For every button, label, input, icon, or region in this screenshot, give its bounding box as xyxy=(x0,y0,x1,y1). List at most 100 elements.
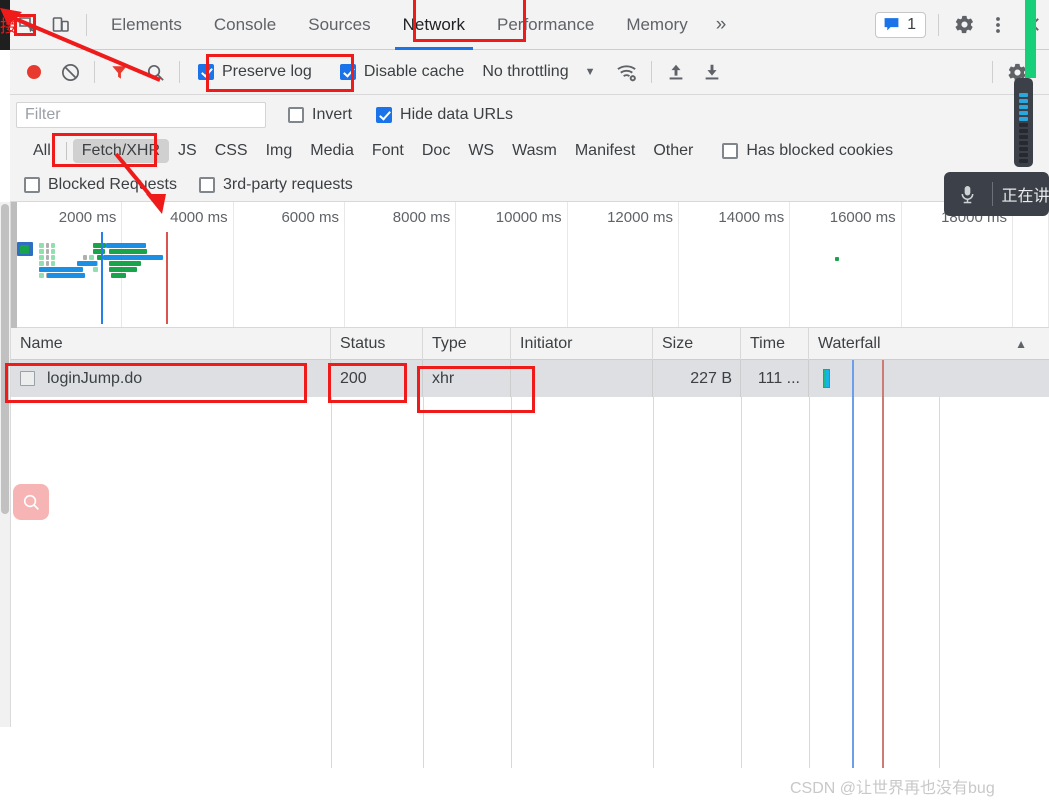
network-request-table: Name Status Type Initiator Size Time Wat… xyxy=(11,328,1049,768)
microphone-glyph xyxy=(961,185,974,203)
annotation-text-fragment: 接 xyxy=(0,17,17,36)
tab-memory[interactable]: Memory xyxy=(610,0,703,50)
type-filter-fetch-xhr[interactable]: Fetch/XHR xyxy=(72,138,170,163)
tab-performance-label: Performance xyxy=(496,14,595,34)
type-filter-img[interactable]: Img xyxy=(257,139,302,163)
type-filter-css[interactable]: CSS xyxy=(206,139,257,163)
tab-performance[interactable]: Performance xyxy=(481,0,610,50)
cell-size: 227 B xyxy=(653,360,741,397)
import-har-icon[interactable] xyxy=(658,50,694,95)
throttling-select[interactable]: No throttling xyxy=(482,63,568,81)
issues-counter-button[interactable]: 1 xyxy=(875,11,926,38)
watermark: CSDN @让世界再也没有bug xyxy=(790,780,995,797)
tab-console[interactable]: Console xyxy=(198,0,292,50)
overview-tick-label: 4000 ms xyxy=(170,209,228,226)
overview-request-bars xyxy=(17,238,1049,308)
type-filter-media[interactable]: Media xyxy=(301,139,363,163)
overview-tick-label: 2000 ms xyxy=(58,209,117,226)
column-header-waterfall-label: Waterfall xyxy=(818,334,881,352)
sort-ascending-icon: ▲ xyxy=(1015,336,1027,351)
record-button[interactable] xyxy=(16,50,52,95)
column-header-status[interactable]: Status xyxy=(331,328,423,360)
network-toolbar: Preserve log Disable cache No throttling… xyxy=(10,50,1049,95)
third-party-label: 3rd-party requests xyxy=(222,175,353,193)
tab-elements[interactable]: Elements xyxy=(95,0,198,50)
invert-checkbox[interactable]: Invert xyxy=(288,106,352,124)
third-party-box xyxy=(198,176,215,193)
waterfall-dom-content-loaded-line xyxy=(852,360,854,397)
type-filter-other[interactable]: Other xyxy=(644,139,702,163)
type-filter-divider xyxy=(65,141,67,160)
toolbar-divider-3 xyxy=(651,61,653,83)
chevron-down-icon[interactable]: ▼ xyxy=(585,66,596,78)
type-filter-all[interactable]: All xyxy=(24,139,60,163)
tab-sources[interactable]: Sources xyxy=(292,0,386,50)
disable-cache-checkbox[interactable]: Disable cache xyxy=(339,63,464,81)
tab-console-label: Console xyxy=(213,14,277,34)
preserve-log-box xyxy=(198,64,214,80)
issues-message-icon xyxy=(884,18,899,31)
vertical-scrollbar[interactable] xyxy=(0,202,11,727)
cell-type: xhr xyxy=(423,360,511,397)
table-row[interactable]: loginJump.do 200 xhr 227 B 111 ... xyxy=(11,360,1049,397)
search-icon[interactable] xyxy=(137,50,173,95)
overview-tick-label: 10000 ms xyxy=(495,209,562,226)
floating-search-button[interactable] xyxy=(13,484,49,520)
column-header-waterfall[interactable]: Waterfall ▲ xyxy=(809,328,1049,360)
scrollbar-thumb[interactable] xyxy=(1,204,9,514)
export-har-icon[interactable] xyxy=(694,50,730,95)
devtools-window: Elements Console Sources Network Perform… xyxy=(0,0,1049,803)
tab-network[interactable]: Network xyxy=(387,0,481,50)
overview-tick-label: 12000 ms xyxy=(607,209,673,226)
type-filter-js[interactable]: JS xyxy=(169,139,206,163)
device-toolbar-icon[interactable] xyxy=(44,0,78,50)
microphone-icon[interactable] xyxy=(944,184,992,205)
devtools-tabbar: Elements Console Sources Network Perform… xyxy=(10,0,1049,50)
download-arrow-glyph xyxy=(706,64,719,80)
filter-funnel-icon[interactable] xyxy=(101,50,137,95)
filter-input[interactable] xyxy=(16,102,266,128)
tab-network-label: Network xyxy=(402,14,465,34)
tab-memory-label: Memory xyxy=(626,14,688,34)
dom-content-loaded-line xyxy=(101,232,103,324)
type-filter-manifest[interactable]: Manifest xyxy=(566,139,644,163)
cell-status: 200 xyxy=(331,360,423,397)
voice-input-widget[interactable]: 正在讲 xyxy=(944,172,1049,216)
upload-arrow-glyph xyxy=(670,64,683,80)
third-party-requests-checkbox[interactable]: 3rd-party requests xyxy=(198,175,353,194)
type-filter-font[interactable]: Font xyxy=(363,139,413,163)
gear-glyph xyxy=(955,15,973,34)
type-filter-ws[interactable]: WS xyxy=(459,139,503,163)
blocked-requests-checkbox[interactable]: Blocked Requests xyxy=(24,176,177,194)
column-header-name[interactable]: Name xyxy=(11,328,331,360)
green-recording-indicator xyxy=(1025,0,1036,78)
network-conditions-icon[interactable] xyxy=(609,50,645,95)
type-filter-wasm[interactable]: Wasm xyxy=(503,139,566,163)
preserve-log-checkbox[interactable]: Preserve log xyxy=(198,63,312,81)
body-dom-content-loaded-line xyxy=(852,397,854,768)
cell-initiator xyxy=(511,360,653,397)
funnel-glyph xyxy=(111,65,127,79)
row-checkbox[interactable] xyxy=(20,371,35,386)
type-filter-doc[interactable]: Doc xyxy=(413,139,459,163)
has-blocked-cookies-checkbox[interactable]: Has blocked cookies xyxy=(722,142,893,160)
clear-button[interactable] xyxy=(52,50,88,95)
tab-elements-label: Elements xyxy=(111,14,182,34)
more-tabs-button[interactable]: » xyxy=(704,14,739,36)
column-header-time[interactable]: Time xyxy=(741,328,809,360)
search-glyph xyxy=(147,64,164,81)
column-header-initiator[interactable]: Initiator xyxy=(511,328,653,360)
hide-data-urls-checkbox[interactable]: Hide data URLs xyxy=(376,106,513,124)
network-timeline-overview[interactable]: 2000 ms 4000 ms 6000 ms 8000 ms 10000 ms… xyxy=(11,202,1049,328)
gear-icon[interactable] xyxy=(947,0,981,50)
column-header-size[interactable]: Size xyxy=(653,328,741,360)
has-blocked-cookies-box xyxy=(722,142,739,159)
more-options-icon[interactable] xyxy=(981,0,1015,50)
column-header-type[interactable]: Type xyxy=(423,328,511,360)
record-circle-icon xyxy=(27,65,41,79)
preserve-log-label: Preserve log xyxy=(222,63,312,80)
waterfall-load-line xyxy=(882,360,884,397)
cell-name[interactable]: loginJump.do xyxy=(11,360,331,397)
tab-sources-label: Sources xyxy=(308,14,371,34)
table-header-row: Name Status Type Initiator Size Time Wat… xyxy=(11,328,1049,360)
